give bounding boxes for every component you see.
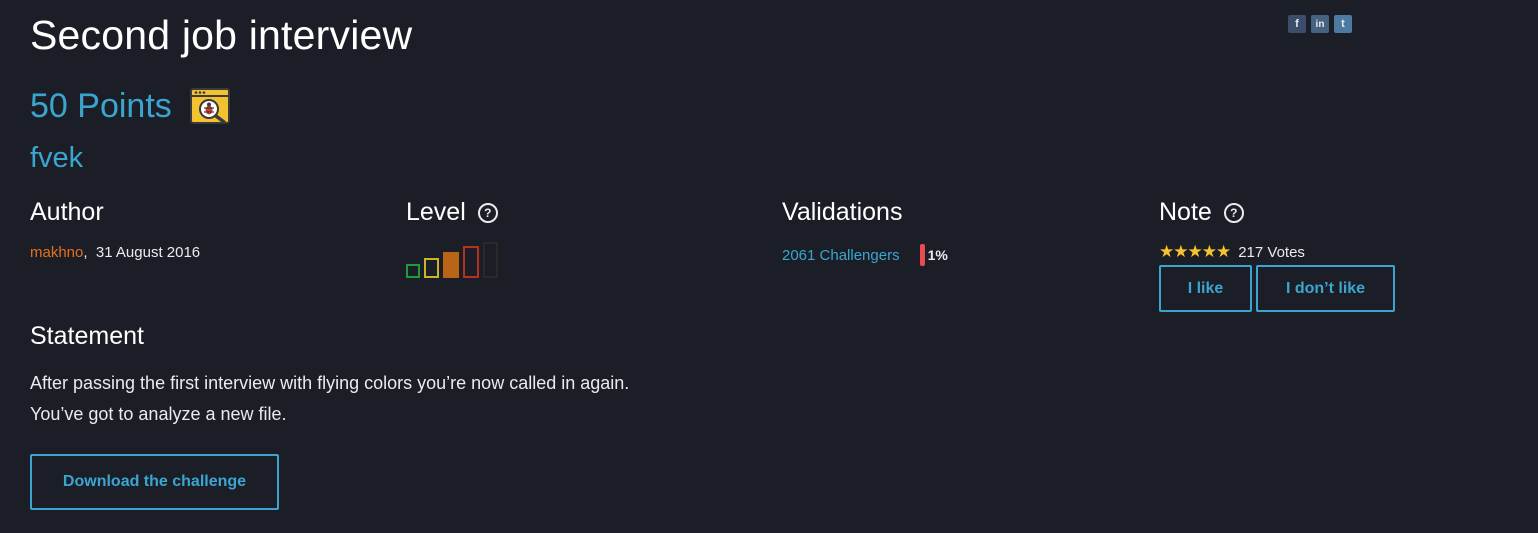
difficulty-level-bars	[406, 242, 498, 278]
note-help-icon[interactable]: ?	[1223, 202, 1244, 223]
author-section: Author	[30, 198, 104, 227]
validations-heading: Validations	[782, 198, 902, 227]
linkedin-icon[interactable]: in	[1311, 15, 1329, 33]
percent-bar	[919, 244, 925, 266]
level-bar-2	[424, 258, 439, 278]
author-line: makhno, 31 August 2016	[30, 244, 200, 261]
category-link[interactable]: fvek	[30, 142, 83, 175]
author-heading: Author	[30, 198, 104, 227]
validations-line: 2061 Challengers 1%	[782, 244, 948, 266]
validations-section: Validations	[782, 198, 902, 227]
level-heading: Level ?	[406, 198, 498, 227]
level-heading-label: Level	[406, 198, 466, 226]
author-separator: ,	[83, 244, 88, 261]
author-link[interactable]: makhno	[30, 244, 83, 261]
level-section: Level ?	[406, 198, 498, 227]
note-heading-label: Note	[1159, 198, 1212, 226]
level-bar-1	[406, 264, 420, 278]
level-bar-3	[443, 252, 459, 278]
statement-line-1: After passing the first interview with f…	[30, 373, 630, 393]
star-rating-icon: ★★★★★	[1159, 242, 1231, 261]
statement-text: After passing the first interview with f…	[30, 368, 629, 430]
twitter-icon[interactable]: t	[1334, 15, 1352, 33]
percent-value: 1%	[927, 247, 948, 263]
points-row: 50 Points	[30, 86, 230, 126]
level-help-icon[interactable]: ?	[477, 202, 498, 223]
challengers-link[interactable]: 2061 Challengers	[782, 247, 900, 264]
author-heading-label: Author	[30, 198, 104, 226]
social-share: f in t	[1288, 15, 1352, 33]
download-challenge-button[interactable]: Download the challenge	[30, 454, 279, 510]
bug-in-window-icon	[189, 88, 230, 124]
success-percent: 1%	[919, 244, 948, 266]
note-heading: Note ?	[1159, 198, 1244, 227]
note-section: Note ?	[1159, 198, 1244, 227]
validations-heading-label: Validations	[782, 198, 903, 226]
votes-count: 217 Votes	[1238, 243, 1305, 261]
like-button[interactable]: I like	[1159, 265, 1252, 312]
author-date: 31 August 2016	[95, 244, 201, 261]
challenge-title: Second job interview	[30, 12, 413, 58]
statement-line-2: You’ve got to analyze a new file.	[30, 404, 287, 424]
statement-heading: Statement	[30, 322, 144, 350]
points-value: 50 Points	[30, 86, 172, 125]
dislike-button[interactable]: I don’t like	[1256, 265, 1395, 312]
level-bar-4	[463, 246, 479, 278]
facebook-icon[interactable]: f	[1288, 15, 1306, 33]
note-line: ★★★★★ 217 Votes	[1159, 242, 1305, 262]
level-bar-5	[483, 242, 498, 278]
